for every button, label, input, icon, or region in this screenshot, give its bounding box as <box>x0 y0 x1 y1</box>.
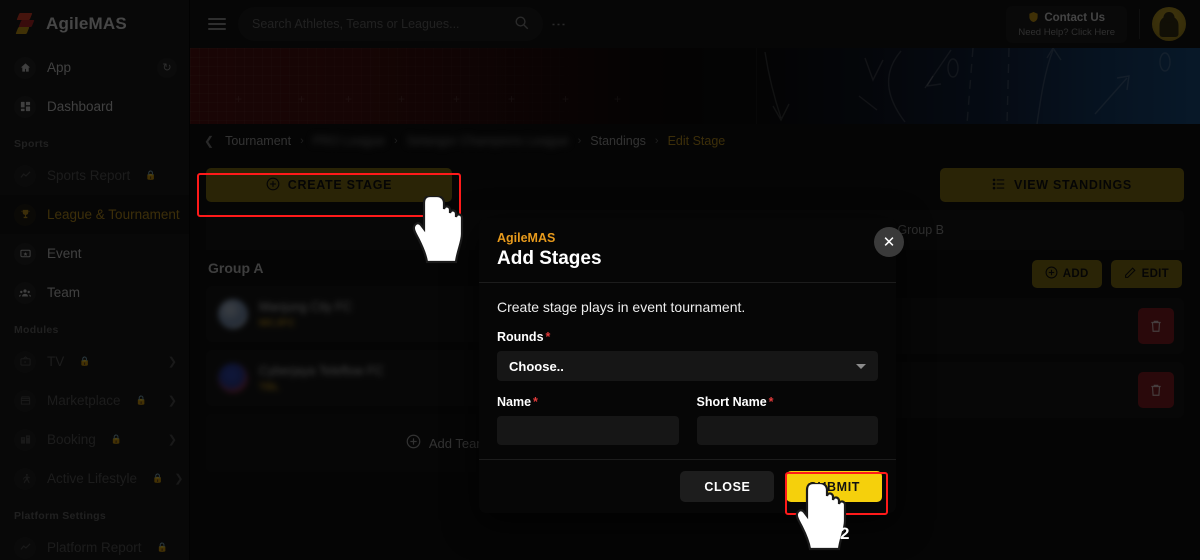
rounds-select-value: Choose.. <box>509 359 564 374</box>
name-fields-row: Name* Short Name* <box>497 395 878 445</box>
required-marker: * <box>546 330 551 344</box>
add-stages-modal: ✕ AgileMAS Add Stages Create stage plays… <box>479 218 896 513</box>
required-marker: * <box>533 395 538 409</box>
submit-button[interactable]: SUBMIT <box>786 471 882 502</box>
name-field-group: Name* <box>497 395 679 445</box>
name-label-text: Name <box>497 395 531 409</box>
rounds-label-text: Rounds <box>497 330 544 344</box>
modal-description: Create stage plays in event tournament. <box>497 299 878 315</box>
modal-footer: CLOSE SUBMIT <box>479 459 896 513</box>
step-badge-1: 1 <box>440 227 449 247</box>
step-badge-2: 2 <box>840 524 849 544</box>
name-label: Name* <box>497 395 679 409</box>
modal-body: Create stage plays in event tournament. … <box>479 283 896 459</box>
modal-header: AgileMAS Add Stages <box>479 218 896 283</box>
required-marker: * <box>769 395 774 409</box>
modal-brand: AgileMAS <box>497 231 878 245</box>
name-input[interactable] <box>497 416 679 445</box>
close-button[interactable]: CLOSE <box>680 471 774 502</box>
short-name-label-text: Short Name <box>697 395 767 409</box>
short-name-label: Short Name* <box>697 395 879 409</box>
rounds-label: Rounds* <box>497 330 878 344</box>
modal-title: Add Stages <box>497 248 878 270</box>
rounds-select[interactable]: Choose.. <box>497 351 878 381</box>
app-root: AgileMAS App ↻ Dashboard Sports Sports R… <box>0 0 1200 560</box>
close-icon[interactable]: ✕ <box>874 227 904 257</box>
short-name-input[interactable] <box>697 416 879 445</box>
short-name-field-group: Short Name* <box>697 395 879 445</box>
chevron-down-icon <box>856 364 866 369</box>
